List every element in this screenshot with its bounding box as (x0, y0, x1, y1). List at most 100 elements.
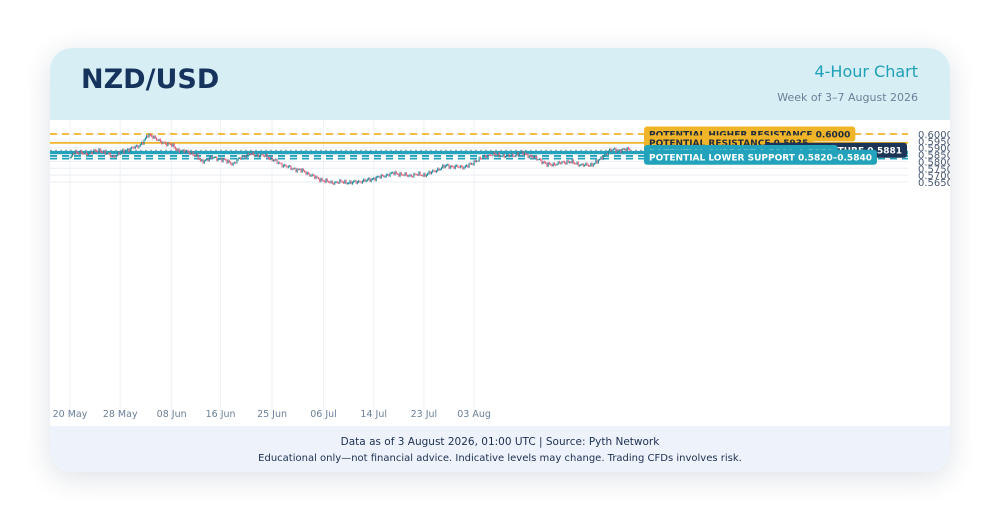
x-tick-label: 16 Jun (206, 409, 236, 420)
candle-body (178, 149, 180, 153)
candle-body (132, 147, 134, 149)
candle-body (418, 172, 420, 176)
candle-body (415, 174, 417, 176)
candle-body (510, 155, 512, 157)
x-tick-label: 20 May (53, 409, 88, 420)
candle-body (565, 162, 567, 165)
candle-body (395, 171, 397, 174)
candle-body (242, 156, 244, 157)
candle-body (346, 183, 348, 185)
candle-body (87, 153, 89, 156)
candle-body (314, 175, 316, 179)
candle-body (230, 162, 232, 164)
candle-body (316, 176, 318, 178)
candle-body (422, 175, 424, 177)
candle-body (553, 163, 555, 165)
candle-body (217, 159, 219, 161)
candle-body (315, 176, 317, 179)
candle-body (152, 136, 154, 139)
candle-body (294, 168, 296, 170)
candle-body (310, 175, 312, 177)
candle-body (295, 168, 297, 172)
candle-body (102, 152, 104, 153)
candle-body (276, 159, 278, 164)
candle-body (619, 150, 621, 151)
candle-body (596, 160, 598, 163)
candle-body (333, 183, 335, 185)
candle-body (397, 173, 399, 175)
candle-body (147, 135, 149, 137)
candle-body (494, 154, 496, 156)
candle-body (582, 164, 584, 166)
candle-body (577, 162, 579, 166)
candle-body (166, 143, 168, 146)
candle-body (481, 158, 483, 160)
candle-body (586, 163, 588, 165)
candle-body (331, 181, 333, 184)
candle-body (269, 158, 271, 160)
candle-body (266, 154, 268, 158)
candle-body (241, 156, 243, 160)
candle-body (280, 162, 282, 164)
candle-body (355, 180, 357, 184)
candle-body (433, 170, 435, 172)
candle-body (370, 179, 372, 182)
candle-body (506, 154, 508, 157)
candle-body (528, 155, 530, 158)
candle-body (447, 164, 449, 166)
candle-body (164, 142, 166, 144)
candle-body (521, 151, 523, 153)
candle-body (584, 165, 586, 167)
candle-body (75, 151, 77, 153)
candle-body (476, 160, 478, 162)
candle-body (442, 165, 444, 168)
timeframe-label: 4-Hour Chart (814, 62, 918, 81)
candle-body (127, 149, 129, 151)
candle-body (484, 155, 486, 157)
candle-body (92, 152, 94, 154)
candle-body (83, 153, 85, 155)
chart-card: NZD/USD 4-Hour Chart Week of 3–7 August … (50, 48, 950, 472)
candle-body (410, 174, 412, 177)
candle-body (341, 181, 343, 183)
candle-body (142, 142, 144, 145)
candle-body (517, 152, 519, 156)
x-tick-label: 28 May (103, 409, 138, 420)
candle-body (359, 180, 361, 182)
candle-body (205, 159, 207, 161)
candle-body (329, 182, 331, 183)
candle-body (383, 175, 385, 177)
candle-body (291, 168, 293, 170)
candle-body (146, 135, 148, 138)
candle-body (163, 142, 165, 144)
candle-body (112, 155, 114, 157)
candle-body (70, 155, 72, 158)
candle-body (236, 160, 238, 163)
candle-body (600, 157, 602, 160)
candle-body (104, 150, 106, 154)
candle-body (376, 176, 378, 178)
candle-body (267, 157, 269, 159)
candle-body (491, 155, 493, 157)
candle-body (77, 152, 79, 154)
candle-body (72, 153, 74, 156)
candle-body (290, 165, 292, 170)
price-chart: 0.6000 0.5950 0.5900 0.5850 0.5800 0.5750 0.57… (50, 120, 950, 426)
candle-body (537, 159, 539, 161)
candle-body (149, 134, 151, 136)
candle-body (487, 154, 489, 158)
candle-body (365, 180, 367, 182)
candle-body (358, 180, 360, 183)
candle-body (527, 154, 529, 158)
candle-body (607, 150, 609, 155)
candle-body (477, 160, 479, 162)
candle-body (566, 160, 568, 165)
candle-body (114, 156, 116, 158)
candle-body (461, 166, 463, 167)
candle-body (197, 153, 199, 159)
candle-body (125, 150, 127, 151)
candle-body (348, 183, 350, 184)
candle-body (177, 149, 179, 151)
candle-body (202, 159, 204, 163)
candle-body (353, 181, 355, 183)
